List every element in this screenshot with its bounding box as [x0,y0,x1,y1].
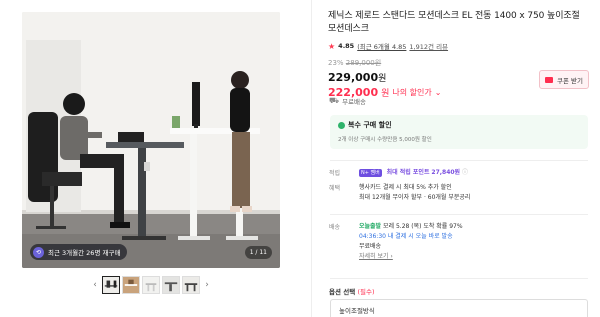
info-icon[interactable]: ⓘ [462,169,468,176]
column-divider [311,0,312,317]
multi-buy-promo: 복수 구매 할인 2개 이상 구매시 수량만큼 5,000원 할인 [330,115,588,149]
rating-period-link[interactable]: (최근 6개월 4.85 [357,41,406,51]
coupon-button[interactable]: 쿠폰 받기 [539,70,589,89]
discount-percent: 23% [328,59,344,67]
coupon-label: 쿠폰 받기 [557,76,583,85]
sale-price-unit: 원 [378,74,387,84]
truck-icon: ⛟ [329,96,340,105]
today-ship-badge: 오늘출발 [359,223,382,230]
points-key: 적립 [329,170,341,177]
benefit-row: 혜택 행사카드 결제 시 최대 5% 추가 할인 최대 12개월 무이자 할부 … [329,183,470,203]
shipping-text: 무료배송 [342,98,366,106]
thumbnail-5[interactable] [182,276,200,294]
promo-desc: 2개 이상 구매시 수량만큼 5,000원 할인 [338,137,432,143]
repurchase-icon: ⟲ [33,246,44,258]
thumb-next-button[interactable]: › [202,280,212,290]
delivery-line-3: 무료배송 [359,243,382,250]
promo-title: 복수 구매 할인 [348,121,392,129]
delivery-line-2: 04:36:30 내 결제 시 오늘 바로 발송 [359,233,453,240]
chevron-down-icon: ⌄ [434,88,442,97]
points-row: 적립 N+ 멤버 최대 적립 포인트 27,840원 ⓘ [329,168,468,178]
sale-price-value: 229,000 [328,71,379,84]
section-divider [330,160,588,161]
coupon-icon [545,76,553,83]
rating-score: 4.85 [338,42,355,50]
thumbnail-2[interactable] [122,276,140,294]
thumbnail-strip: ‹ › [90,276,212,294]
option-required: (필수) [357,288,375,296]
product-main-image[interactable]: ⟲ 최근 3개월간 26명 재구매 1 / 11 [22,12,280,268]
benefit-key: 혜택 [329,185,341,192]
image-counter: 1 / 11 [244,246,272,259]
benefit-line-1: 행사카드 결제 시 최대 5% 추가 할인 [359,184,452,191]
option-select[interactable]: 높이조절방식 [330,299,588,317]
original-price: 289,000원 [345,59,382,67]
my-price-label: 나의 할인가 [392,88,432,97]
review-count-link[interactable]: 1,912건 리뷰 [409,41,448,51]
section-divider [330,214,588,215]
points-text: 최대 적립 포인트 [386,169,430,176]
delivery-key: 배송 [329,224,341,231]
product-title: 제닉스 제로드 스탠다드 모션데스크 EL 전동 1400 x 750 높이조절… [328,11,580,34]
thumbnail-4[interactable] [162,276,180,294]
delivery-line-1: 모레 5.28 (목) 도착 확률 97% [383,223,463,230]
desk-photo [22,12,280,268]
thumbnail-1[interactable] [102,276,120,294]
thumb-prev-button[interactable]: ‹ [90,280,100,290]
repurchase-text: 최근 3개월간 26명 재구매 [48,249,121,257]
original-price-row: 23% 289,000원 [328,58,590,68]
thumbnail-3[interactable] [142,276,160,294]
option-label: 옵션 선택 (필수) [329,286,375,296]
more-details-link[interactable]: 자세히 보기 › [359,253,393,260]
promo-icon [338,121,345,129]
membership-badge: N+ 멤버 [359,169,382,177]
benefit-line-2: 최대 12개월 무이자 할부 · 60개월 부분공리 [359,194,471,201]
delivery-row: 배송 오늘출발 모레 5.28 (목) 도착 확률 97% 04:36:30 내… [329,222,463,262]
section-divider [330,278,588,279]
my-price-unit: 원 [381,89,390,99]
option-label-text: 옵션 선택 [329,288,356,296]
shipping-row: ⛟ 무료배송 [329,96,366,106]
star-icon: ★ [328,41,336,51]
points-value: 27,840원 [431,169,461,176]
repurchase-badge: ⟲ 최근 3개월간 26명 재구매 [30,244,128,260]
rating-row: ★ 4.85 (최근 6개월 4.85 1,912건 리뷰 [328,41,590,52]
